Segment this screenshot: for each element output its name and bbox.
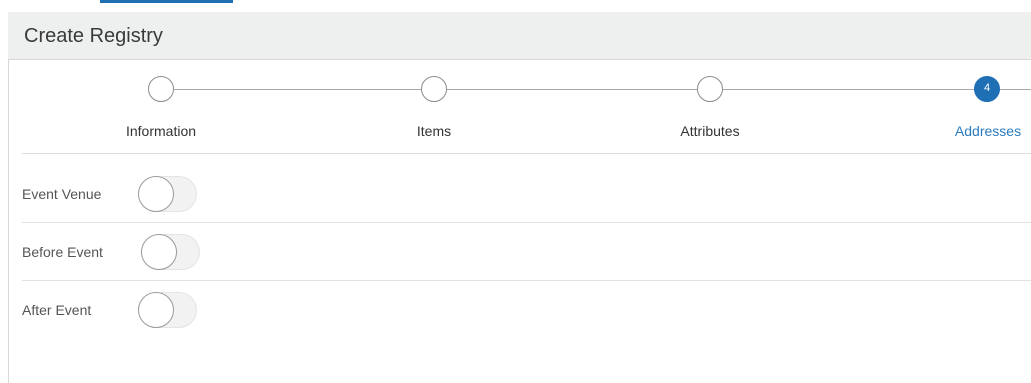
before-event-switch[interactable]	[141, 234, 200, 270]
before-event-label: Before Event	[22, 244, 103, 260]
divider	[22, 153, 1031, 154]
step-attributes-stop[interactable]	[697, 76, 723, 102]
train-connector	[1000, 89, 1031, 90]
event-venue-row: Event Venue	[22, 165, 1031, 223]
switch-knob	[141, 234, 177, 270]
switch-knob	[138, 176, 174, 212]
step-train: 4 Information Items Attributes Addresses	[0, 60, 1031, 154]
event-venue-label: Event Venue	[22, 186, 102, 202]
train-connector	[723, 89, 974, 90]
page-header: Create Registry	[8, 12, 1031, 60]
step-attributes-label[interactable]: Attributes	[680, 123, 739, 139]
after-event-label: After Event	[22, 302, 92, 318]
step-information-stop[interactable]	[148, 76, 174, 102]
before-event-row: Before Event	[22, 223, 1031, 281]
step-addresses-stop[interactable]: 4	[974, 76, 1000, 102]
after-event-switch[interactable]	[138, 292, 197, 328]
step-items-stop[interactable]	[421, 76, 447, 102]
top-tab-indicator	[100, 0, 233, 3]
page-title: Create Registry	[24, 25, 163, 47]
train-connector	[447, 89, 697, 90]
step-items-label[interactable]: Items	[417, 123, 451, 139]
step-information-label[interactable]: Information	[126, 123, 196, 139]
switch-knob	[138, 292, 174, 328]
after-event-row: After Event	[22, 281, 1031, 339]
train-connector	[174, 89, 421, 90]
step-addresses-label[interactable]: Addresses	[955, 123, 1021, 139]
event-venue-switch[interactable]	[138, 176, 197, 212]
